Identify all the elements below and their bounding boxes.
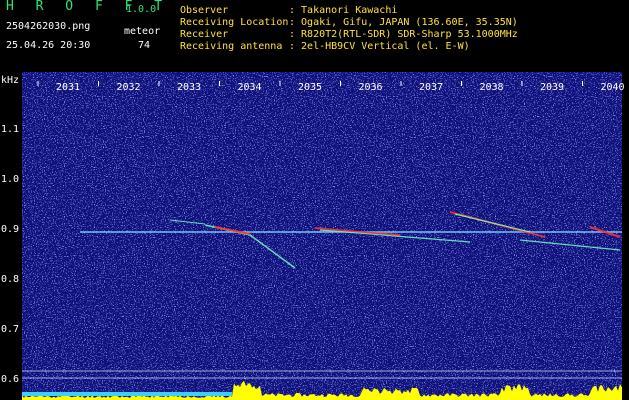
header-panel: H R O F F T 1.0.0 2504262030.png meteor … <box>0 0 629 72</box>
freq-label: 0.8 <box>1 274 19 285</box>
file-name: 2504262030.png <box>6 21 91 32</box>
time-label: 2035 <box>298 82 322 93</box>
app-version: 1.0.0 <box>126 4 157 15</box>
time-label: 2038 <box>479 82 503 93</box>
noise-floor <box>22 72 622 400</box>
observer-value: : Takanori Kawachi <box>289 5 398 16</box>
freq-label: 1.1 <box>1 124 19 135</box>
meteor-count: 74 <box>138 40 151 51</box>
activity-baseline <box>22 392 232 396</box>
freq-label: 1.0 <box>1 174 19 185</box>
time-label: 2032 <box>116 82 140 93</box>
time-label: 2033 <box>177 82 201 93</box>
spectrogram-panel: kHz 2031 2032 2033 2034 2035 2036 2037 2038 2039 2… <box>0 72 629 400</box>
observer-label: Observer <box>180 5 229 16</box>
time-label: 2040 <box>600 82 624 93</box>
spectrogram: kHz 2031 2032 2033 2034 2035 2036 2037 2038 2039 2… <box>1 72 625 400</box>
location-value: : Ogaki, Gifu, JAPAN (136.60E, 35.35N) <box>289 17 518 28</box>
time-label: 2037 <box>419 82 443 93</box>
receiver-value: : R820T2(RTL-SDR) SDR-Sharp 53.1000MHz <box>289 29 518 40</box>
location-label: Receiving Location <box>180 17 289 28</box>
time-label: 2031 <box>56 82 80 93</box>
freq-label: 0.7 <box>1 324 19 335</box>
time-label: 2036 <box>358 82 382 93</box>
datetime: 25.04.26 20:30 <box>6 40 91 51</box>
freq-label: 0.6 <box>1 374 19 385</box>
freq-unit-label: kHz <box>1 75 19 86</box>
freq-label: 0.9 <box>1 224 19 235</box>
meteor-label: meteor <box>124 26 161 37</box>
receiver-label: Receiver <box>180 29 229 40</box>
time-label: 2039 <box>540 82 564 93</box>
time-label: 2034 <box>237 82 261 93</box>
antenna-label: Receiving antenna <box>180 41 283 52</box>
antenna-value: : 2el-HB9CV Vertical (el. E-W) <box>289 41 470 52</box>
